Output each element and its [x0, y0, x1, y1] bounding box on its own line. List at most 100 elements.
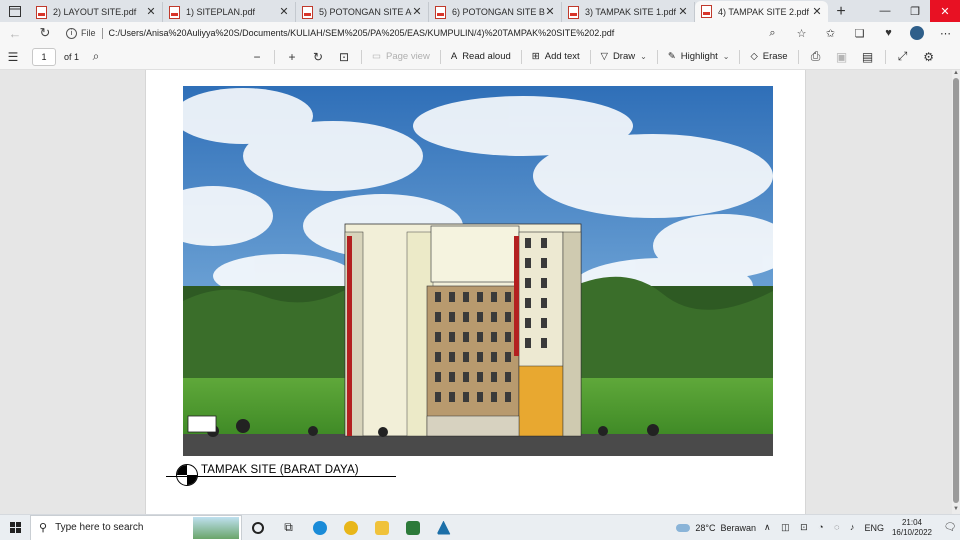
chrome-browser-icon[interactable] [335, 515, 366, 540]
vertical-scrollbar[interactable]: ▲ ▼ [952, 70, 960, 514]
scrollbar-thumb[interactable] [953, 78, 959, 503]
tab-layout-site[interactable]: 2) LAYOUT SITE.pdf ✕ [30, 2, 163, 22]
weather-desc: Berawan [720, 522, 757, 533]
zoom-icon[interactable]: ⌕ [758, 22, 787, 44]
zoom-in-icon[interactable]: + [279, 44, 305, 70]
cloud-icon [676, 523, 691, 532]
info-icon[interactable]: i [66, 27, 77, 39]
zoom-out-icon[interactable]: − [244, 44, 270, 70]
eraser-icon: ◇ [750, 51, 758, 62]
save-as-icon[interactable]: ▤ [855, 44, 881, 70]
highlight-button[interactable]: ✎ Highlight ⌄ [662, 44, 736, 70]
pdf-file-icon [36, 5, 47, 19]
new-tab-button[interactable]: + [828, 2, 854, 22]
scroll-down-icon[interactable]: ▼ [952, 506, 960, 514]
site-elevation-drawing [183, 86, 773, 456]
address-bar-actions: ⌕ ☆ ✩ ❏ ♥ ⋯ [758, 22, 960, 44]
tab-close-icon[interactable]: ✕ [279, 7, 289, 18]
highlight-dropdown-icon[interactable]: ⌄ [723, 52, 730, 61]
edge-browser-icon[interactable] [304, 515, 335, 540]
taskbar: ⚲ Type here to search ⧉ 28°C Berawan ∧ ◫… [0, 514, 960, 540]
pdf-viewer[interactable]: TAMPAK SITE (BARAT DAYA) ▲ ▼ [0, 70, 960, 514]
tab-close-icon[interactable]: ✕ [678, 7, 688, 18]
profile-avatar[interactable] [910, 26, 924, 40]
toolbar-separator [361, 49, 363, 64]
maximize-button[interactable]: ❐ [900, 0, 930, 22]
tab-actions-button[interactable] [0, 0, 30, 22]
back-button[interactable]: ← [0, 22, 30, 44]
draw-dropdown-icon[interactable]: ⌄ [640, 52, 647, 61]
find-icon[interactable]: ⌕ [83, 44, 109, 70]
url-field[interactable]: i File C:/Users/Anisa%20Auliyya%20S/Docu… [60, 23, 758, 43]
tab-tampak-site-2[interactable]: 4) TAMPAK SITE 2.pdf ✕ [695, 1, 828, 22]
highlight-icon: ✎ [667, 51, 676, 62]
tab-label: 6) POTONGAN SITE B-B.pdf [452, 7, 545, 17]
file-explorer-icon[interactable] [366, 515, 397, 540]
cortana-icon[interactable] [242, 515, 273, 540]
section-marker-icon [176, 464, 198, 486]
rotate-icon[interactable]: ↻ [305, 44, 331, 70]
scroll-up-icon[interactable]: ▲ [952, 70, 960, 78]
pdf-file-icon [701, 5, 712, 18]
page-total: of 1 [64, 51, 80, 62]
pdf-toolbar: ☰ 1 of 1 ⌕ − + ↻ ⊡ ▭ Page view A Read al… [0, 44, 960, 70]
notification-icon[interactable]: 🗨 [940, 522, 960, 533]
refresh-button[interactable]: ↻ [30, 22, 60, 44]
caption-text: TAMPAK SITE (BARAT DAYA) [201, 464, 359, 476]
weather-widget[interactable]: 28°C Berawan [676, 523, 756, 533]
search-placeholder: Type here to search [55, 522, 144, 533]
save-icon[interactable]: ▣ [829, 44, 855, 70]
fullscreen-icon[interactable]: ⤢ [890, 44, 916, 70]
fit-page-icon[interactable]: ⊡ [331, 44, 357, 70]
tab-potongan-a[interactable]: 5) POTONGAN SITE A-A.pdf ✕ [296, 2, 429, 22]
favorite-add-icon[interactable]: ☆ [787, 22, 816, 44]
read-aloud-button[interactable]: A Read aloud [445, 44, 517, 70]
highlight-label: Highlight [680, 51, 718, 62]
green-app-icon[interactable] [397, 515, 428, 540]
page-view-button[interactable]: ▭ Page view [366, 44, 436, 70]
page-number-input[interactable]: 1 [32, 47, 56, 66]
contents-icon[interactable]: ☰ [0, 44, 26, 70]
taskbar-search[interactable]: ⚲ Type here to search [30, 514, 242, 540]
tab-siteplan[interactable]: 1) SITEPLAN.pdf ✕ [163, 2, 296, 22]
toolbar-separator [797, 49, 799, 64]
tab-tampak-site-1[interactable]: 3) TAMPAK SITE 1.pdf ✕ [562, 2, 695, 22]
favorites-icon[interactable]: ✩ [816, 22, 845, 44]
read-aloud-icon: A [450, 51, 458, 62]
tab-label: 3) TAMPAK SITE 1.pdf [585, 7, 677, 17]
system-tray: 28°C Berawan ∧ ◫ ⊡ ◔ ◌ ♪ ENG 21:04 16/10… [676, 515, 960, 540]
minimize-button[interactable]: — [870, 0, 900, 22]
collections-icon[interactable]: ❏ [845, 22, 874, 44]
toolbar-separator [520, 49, 522, 64]
tab-label: 5) POTONGAN SITE A-A.pdf [319, 7, 412, 17]
task-view-icon[interactable]: ⧉ [273, 515, 304, 540]
draw-button[interactable]: ▽ Draw ⌄ [595, 44, 653, 70]
toolbar-separator [439, 49, 441, 64]
print-icon[interactable]: ⎙ [803, 44, 829, 70]
tab-close-icon[interactable]: ✕ [412, 7, 422, 18]
drawing-caption: TAMPAK SITE (BARAT DAYA) [164, 460, 404, 490]
start-button[interactable] [0, 515, 30, 540]
more-menu-icon[interactable]: ⋯ [931, 22, 960, 44]
tab-close-icon[interactable]: ✕ [545, 7, 555, 18]
clock[interactable]: 21:04 16/10/2022 [892, 518, 932, 538]
tray-icons[interactable]: ∧ ◫ ⊡ ◔ ◌ ♪ [764, 522, 858, 533]
toolbar-separator [739, 49, 741, 64]
search-highlight-image[interactable] [193, 516, 239, 539]
pdf-file-icon [435, 5, 446, 19]
tab-strip: 2) LAYOUT SITE.pdf ✕ 1) SITEPLAN.pdf ✕ 5… [0, 0, 960, 22]
tab-close-icon[interactable]: ✕ [146, 7, 156, 18]
page-view-label: Page view [386, 51, 430, 62]
erase-button[interactable]: ◇ Erase [744, 44, 793, 70]
tab-potongan-b[interactable]: 6) POTONGAN SITE B-B.pdf ✕ [429, 2, 562, 22]
add-text-button[interactable]: ⊞ Add text [526, 44, 586, 70]
read-aloud-label: Read aloud [462, 51, 511, 62]
settings-gear-icon[interactable]: ⚙ [916, 44, 942, 70]
pdf-file-icon [568, 5, 579, 19]
toolbar-separator [589, 49, 591, 64]
tab-close-icon[interactable]: ✕ [812, 6, 822, 17]
language-indicator[interactable]: ENG [864, 523, 884, 533]
close-window-button[interactable]: ✕ [930, 0, 960, 22]
autocad-icon[interactable] [428, 515, 459, 540]
browser-essentials-icon[interactable]: ♥ [874, 22, 903, 44]
